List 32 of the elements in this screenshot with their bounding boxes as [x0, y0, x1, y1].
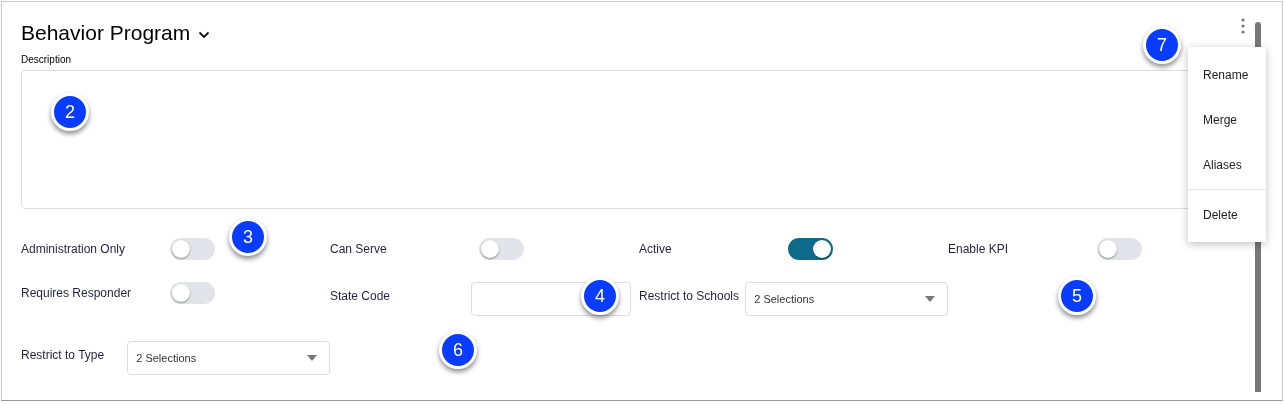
- menu-item[interactable]: Rename: [1188, 52, 1266, 97]
- step-marker: 7: [1143, 26, 1181, 64]
- field-label: Administration Only: [21, 241, 127, 258]
- step-marker: 3: [229, 218, 267, 256]
- more-options-icon[interactable]: [1240, 18, 1246, 34]
- dropdown-caret-icon: [925, 296, 935, 302]
- toggle-switch[interactable]: [788, 238, 833, 260]
- menu-item[interactable]: Merge: [1188, 97, 1266, 142]
- step-marker: 4: [581, 277, 619, 315]
- field-label: Can Serve: [330, 241, 388, 258]
- multi-select-dropdown[interactable]: 2 Selections: [127, 341, 330, 375]
- toggle-switch[interactable]: [479, 238, 524, 260]
- chevron-down-icon[interactable]: [198, 31, 211, 39]
- dropdown-caret-icon: [307, 355, 317, 361]
- state-code-field[interactable]: [471, 282, 631, 316]
- step-marker: 2: [51, 93, 89, 131]
- field-label: Requires Responder: [21, 285, 133, 302]
- menu-item[interactable]: Aliases: [1188, 142, 1266, 187]
- multi-select-dropdown[interactable]: 2 Selections: [745, 282, 948, 316]
- step-marker: 5: [1058, 277, 1096, 315]
- toggle-switch[interactable]: [170, 238, 215, 260]
- toggle-switch[interactable]: [170, 282, 215, 304]
- field-label: Active: [639, 241, 673, 258]
- field-label: Restrict to Type: [21, 347, 106, 364]
- step-marker: 6: [439, 331, 477, 369]
- field-label: Restrict to Schools: [639, 288, 741, 305]
- field-label: State Code: [330, 288, 392, 305]
- toggle-switch[interactable]: [1097, 238, 1142, 260]
- program-title: Behavior Program: [21, 20, 191, 47]
- field-label: Enable KPI: [948, 241, 1010, 258]
- menu-item[interactable]: Delete: [1188, 192, 1266, 237]
- description-label: Description: [21, 53, 73, 67]
